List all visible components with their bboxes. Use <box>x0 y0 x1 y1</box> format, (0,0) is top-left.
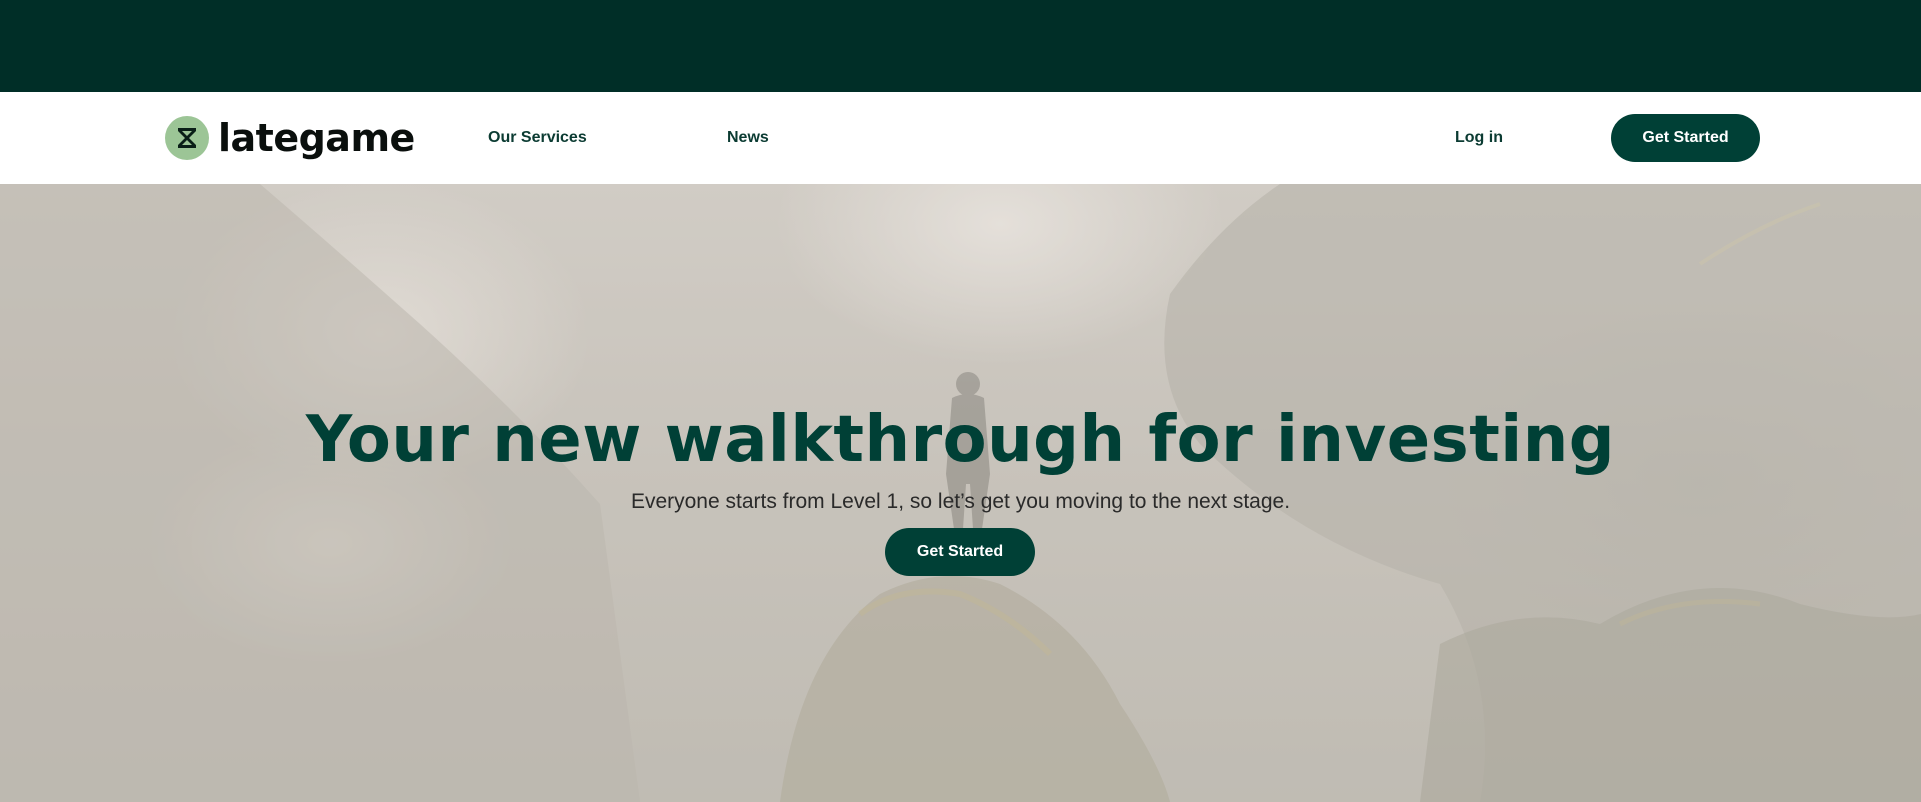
nav-link-our-services[interactable]: Our Services <box>488 92 587 184</box>
login-link[interactable]: Log in <box>1455 92 1503 184</box>
top-banner <box>0 0 1921 92</box>
navbar: lategame Our Services News Log in Get St… <box>0 92 1921 184</box>
brand-name: lategame <box>218 116 415 160</box>
hero-get-started-button[interactable]: Get Started <box>885 528 1035 576</box>
hero-subtitle: Everyone starts from Level 1, so let’s g… <box>630 490 1291 513</box>
get-started-button[interactable]: Get Started <box>1611 114 1760 162</box>
hourglass-icon <box>165 116 209 160</box>
hero-title: Your new walkthrough for investing <box>305 403 1616 477</box>
logo-link[interactable]: lategame <box>165 116 415 160</box>
hero-section: Your new walkthrough for investing Every… <box>0 184 1921 802</box>
nav-link-news[interactable]: News <box>727 92 769 184</box>
